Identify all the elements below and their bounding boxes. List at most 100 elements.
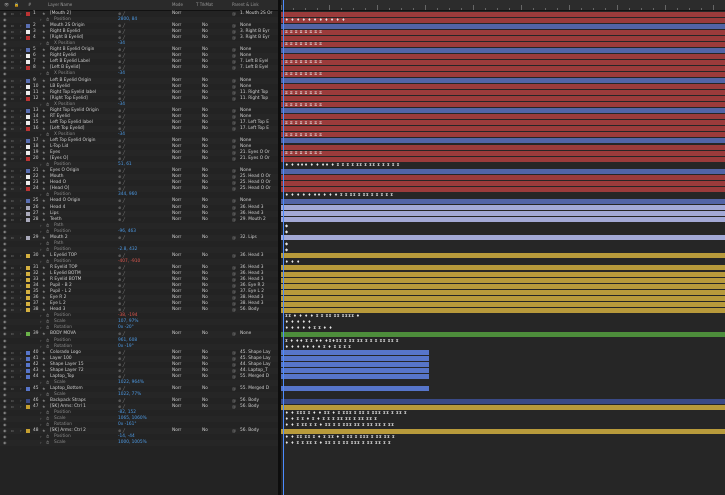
layer-duration-bar[interactable] [281,23,725,29]
layer-duration-bar[interactable] [281,132,725,138]
layer-duration-bar[interactable] [281,211,725,217]
layer-duration-bar[interactable] [281,53,725,59]
layer-duration-bar[interactable] [281,205,725,210]
label-color-swatch[interactable] [26,217,30,222]
layer-duration-bar[interactable] [281,356,429,362]
trkmat-header[interactable]: T TrkMat [196,2,213,7]
layer-duration-bar[interactable] [281,265,725,271]
label-color-swatch[interactable] [26,66,30,71]
layer-duration-bar[interactable] [281,59,725,65]
layer-duration-bar[interactable] [281,126,725,132]
label-color-swatch[interactable] [26,187,30,192]
layer-duration-bar[interactable] [281,47,725,53]
layer-duration-bar[interactable] [281,168,725,174]
property-row[interactable]: ◉ › ⏱ Scale 1000, 1005% [0,440,278,447]
label-color-swatch[interactable] [26,181,30,186]
layer-duration-bar[interactable] [281,144,725,150]
layer-duration-bar[interactable] [281,271,725,277]
eye-icon[interactable]: ◉ [3,440,7,446]
label-color-swatch[interactable] [26,399,30,403]
layer-duration-bar[interactable] [281,295,725,301]
layer-duration-bar[interactable] [281,428,725,434]
layer-duration-bar[interactable] [281,217,725,223]
layer-duration-bar[interactable] [281,198,725,204]
label-color-swatch[interactable] [26,36,30,41]
label-color-swatch[interactable] [26,138,30,143]
label-color-swatch[interactable] [26,272,30,277]
layer-duration-bar[interactable] [281,138,725,144]
layer-duration-bar[interactable] [281,386,429,392]
layer-duration-bar[interactable] [281,307,725,313]
label-color-swatch[interactable] [26,78,30,83]
label-color-swatch[interactable] [26,350,30,355]
label-color-swatch[interactable] [26,253,30,258]
layer-duration-bar[interactable] [281,277,725,283]
expand-arrow-icon[interactable]: › [40,440,42,446]
layer-duration-bar[interactable] [281,17,725,23]
layer-duration-bar[interactable] [281,398,725,404]
layer-duration-bar[interactable] [281,65,725,71]
label-color-swatch[interactable] [26,386,30,391]
keyframes[interactable]: ♦ ♦ ⧗ ⧗ ⧗⧗ ⧗ ♦ ⧗⧗ ⧗ ⧗ ⧗⧗ ⧗⧗⧗ ⧗ ⧗⧗ ⧗⧗ ⧗ ⧗ [285,440,391,446]
layer-duration-bar[interactable] [281,102,725,108]
label-color-swatch[interactable] [26,429,30,434]
layer-duration-bar[interactable] [281,362,429,368]
layer-duration-bar[interactable] [281,174,725,180]
label-color-swatch[interactable] [26,108,30,113]
label-color-swatch[interactable] [26,151,30,156]
label-color-swatch[interactable] [26,30,30,35]
layer-duration-bar[interactable] [281,301,725,307]
label-color-swatch[interactable] [26,169,30,174]
layer-duration-bar[interactable] [281,35,725,41]
label-color-swatch[interactable] [26,175,30,180]
layer-duration-bar[interactable] [281,150,725,156]
label-color-swatch[interactable] [26,290,30,295]
layer-duration-bar[interactable] [281,41,725,47]
layer-duration-bar[interactable] [281,90,725,96]
label-color-swatch[interactable] [26,126,30,131]
label-color-swatch[interactable] [26,24,30,29]
layer-duration-bar[interactable] [281,350,429,356]
label-color-swatch[interactable] [26,284,30,289]
layer-duration-bar[interactable] [281,114,725,120]
label-color-swatch[interactable] [26,114,30,119]
label-color-swatch[interactable] [26,48,30,53]
parent-link-header[interactable]: Parent & Link [232,2,259,7]
label-color-swatch[interactable] [26,332,30,337]
label-color-swatch[interactable] [26,405,30,410]
label-color-swatch[interactable] [26,96,30,101]
layer-duration-bar[interactable] [281,84,725,90]
label-color-swatch[interactable] [26,356,30,361]
label-color-swatch[interactable] [26,199,30,204]
layer-duration-bar[interactable] [281,235,725,241]
layer-duration-bar[interactable] [281,180,725,186]
label-color-swatch[interactable] [26,211,30,216]
layer-duration-bar[interactable] [281,374,429,380]
layer-duration-bar[interactable] [281,71,725,77]
time-ruler[interactable] [281,0,725,11]
label-color-swatch[interactable] [26,362,30,367]
layer-duration-bar[interactable] [281,404,725,410]
label-color-swatch[interactable] [26,235,30,240]
label-color-swatch[interactable] [26,368,30,373]
layer-duration-bar[interactable] [281,331,725,337]
label-color-swatch[interactable] [26,308,30,313]
mode-header[interactable]: Mode [172,2,183,7]
label-color-swatch[interactable] [26,12,30,16]
property-value[interactable]: 1000, 1005% [118,440,147,446]
label-color-swatch[interactable] [26,54,30,59]
label-color-swatch[interactable] [26,157,30,162]
label-color-swatch[interactable] [26,60,30,65]
label-color-swatch[interactable] [26,296,30,301]
layer-duration-bar[interactable] [281,186,725,192]
playhead-indicator[interactable] [283,0,284,495]
layer-duration-bar[interactable] [281,156,725,162]
layer-name-header[interactable]: Layer Name [48,2,72,7]
layer-duration-bar[interactable] [281,78,725,84]
label-color-swatch[interactable] [26,278,30,283]
label-color-swatch[interactable] [26,90,30,95]
label-color-swatch[interactable] [26,265,30,270]
layer-duration-bar[interactable] [281,120,725,126]
layer-duration-bar[interactable] [281,253,725,259]
label-color-swatch[interactable] [26,84,30,89]
